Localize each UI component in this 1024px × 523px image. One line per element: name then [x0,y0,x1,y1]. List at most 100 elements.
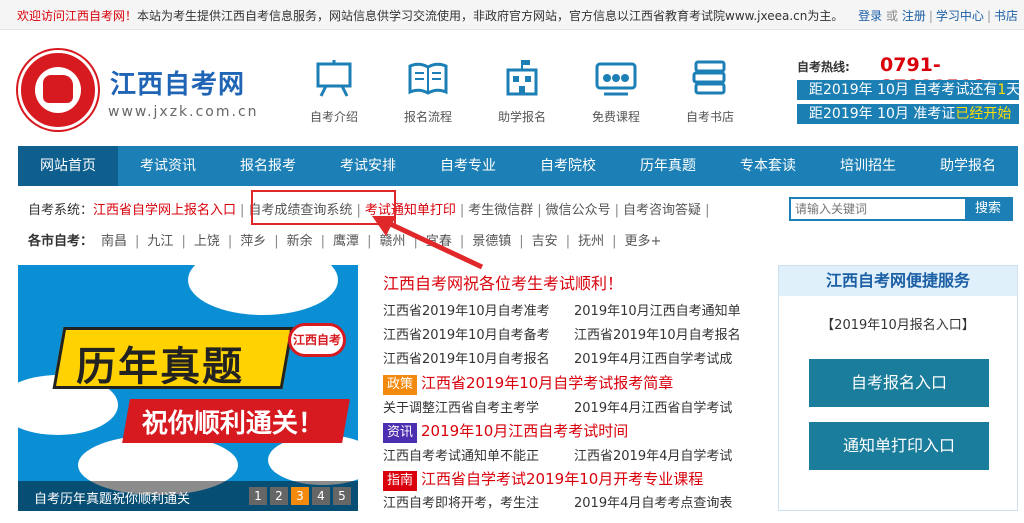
news-link[interactable]: 江西自考即将开考，考生注 [383,496,539,511]
city-link[interactable]: 萍乡 [240,234,266,249]
or-text: 或 [886,9,899,23]
news-link[interactable]: 江西省2019年10月自考报名 [383,352,550,367]
info-headline: 资讯 2019年10月江西自考考试时间 [383,420,628,443]
news-row: 关于调整江西省自考主考学 2019年4月江西省自学考试 [383,397,732,416]
quick-link-bookstore[interactable]: 自考书店 [670,58,750,125]
carousel-page-button[interactable]: 2 [270,487,288,505]
policy-tag: 政策 [383,375,418,395]
site-name[interactable]: 江西自考网 [110,64,245,101]
news-link[interactable]: 江西自考考试通知单不能正 [383,449,539,464]
guide-tag: 指南 [383,471,418,491]
quick-link-label: 报名流程 [403,110,452,124]
notice-print-entry-button[interactable]: 通知单打印入口 [809,422,989,470]
city-link[interactable]: 南昌 [101,234,127,249]
hotline-label: 自考热线: [797,60,850,74]
more-cities-link[interactable]: 更多+ [624,234,661,249]
consulting-link[interactable]: 自考咨询答疑 [623,203,701,218]
policy-headline: 政策 江西省2019年10月自学考试报考简章 [383,372,673,395]
city-link[interactable]: 上饶 [194,234,220,249]
nav-home[interactable]: 网站首页 [18,146,118,186]
carousel-page-button[interactable]: 5 [333,487,351,505]
policy-headline-link[interactable]: 江西省2019年10月自学考试报考简章 [421,374,673,392]
nav-schedule[interactable]: 考试安排 [318,146,418,186]
news-row: 江西自考考试通知单不能正 江西省2019年4月自学考试 [383,445,732,464]
nav-training[interactable]: 培训招生 [818,146,918,186]
registration-period: 【2019年10月报名入口】 [821,318,975,333]
account-links: 登录 或 注册 | 学习中心 | 书店 [858,9,1018,23]
school-building-icon [506,60,538,96]
banner-subtitle: 祝你顺利通关！ [141,409,324,439]
news-link[interactable]: 江西省2019年10月自考备考 [383,328,550,343]
city-link[interactable]: 吉安 [532,234,558,249]
news-row: 江西省2019年10月自考准考 2019年10月江西自考通知单 [383,300,741,319]
info-headline-link[interactable]: 2019年10月江西自考考试时间 [421,422,628,440]
book-stack-icon [692,60,726,95]
quick-service-panel: 江西自考网便捷服务 【2019年10月报名入口】 自考报名入口 通知单打印入口 [778,265,1018,511]
open-book-icon [408,62,448,95]
nav-majors[interactable]: 自考专业 [418,146,518,186]
nav-combined-study[interactable]: 专本套读 [718,146,818,186]
online-registration-link[interactable]: 江西省自学网上报名入口 [93,203,236,218]
search-button[interactable]: 搜索 [965,199,1011,219]
red-arrow-icon [372,216,484,270]
banner-badge: 江西自考 [288,323,346,357]
notice-text: 本站为考生提供江西自考信息服务，网站信息供学习交流使用，非政府官方网站，官方信息… [137,9,844,23]
city-link[interactable]: 鹰潭 [333,234,359,249]
news-link[interactable]: 关于调整江西省自考主考学 [383,401,539,416]
news-headline[interactable]: 江西自考网祝各位考生考试顺利！ [383,270,623,294]
easel-icon [316,60,352,97]
quick-link-intro[interactable]: 自考介绍 [294,58,374,125]
news-link[interactable]: 2019年4月江西省自学考试 [574,397,732,416]
carousel-page-button-active[interactable]: 3 [291,487,309,505]
register-link[interactable]: 注册 [902,9,926,23]
site-notice: 欢迎访问江西自考网！本站为考生提供江西自考信息服务，网站信息供学习交流使用，非政… [17,7,843,24]
news-link[interactable]: 2019年4月自考考点查询表 [574,492,732,511]
exam-countdown: 距2019年 10月 自考考试还有1天 [797,80,1020,100]
quick-link-process[interactable]: 报名流程 [388,58,468,125]
nav-past-papers[interactable]: 历年真题 [618,146,718,186]
carousel-pager: 1 2 3 4 5 [249,487,351,505]
news-link[interactable]: 江西省2019年10月自考准考 [383,304,550,319]
study-center-link[interactable]: 学习中心 [936,9,984,23]
bookstore-link[interactable]: 书店 [994,9,1018,23]
panel-title: 江西自考网便捷服务 [779,266,1017,296]
site-logo[interactable] [18,50,98,130]
search-box: 搜索 [789,197,1013,221]
site-domain: www.jxzk.com.cn [108,104,259,120]
news-row: 江西省2019年10月自考备考 江西省2019年10月自考报名 [383,324,741,343]
news-link[interactable]: 江西省2019年4月自学考试 [574,445,732,464]
system-label: 自考系统： [28,203,94,218]
quick-link-assist[interactable]: 助学报名 [482,58,562,125]
fist-icon [43,75,73,103]
registration-entry-button[interactable]: 自考报名入口 [809,359,989,407]
news-link[interactable]: 2019年4月江西自学考试成 [574,348,732,367]
banner-title: 历年真题 [76,344,245,390]
quick-link-label: 免费课程 [591,110,640,124]
news-row: 江西省2019年10月自考报名 2019年4月江西自学考试成 [383,348,732,367]
nav-colleges[interactable]: 自考院校 [518,146,618,186]
welcome-text: 欢迎访问江西自考网！ [17,9,138,23]
guide-headline-link[interactable]: 江西省自学考试2019年10月开考专业课程 [421,470,703,488]
carousel-page-button[interactable]: 1 [249,487,267,505]
city-link[interactable]: 抚州 [578,234,604,249]
quick-link-label: 自考书店 [685,110,734,124]
carousel-page-button[interactable]: 4 [312,487,330,505]
top-bar: 欢迎访问江西自考网！本站为考生提供江西自考信息服务，网站信息供学习交流使用，非政… [0,0,1024,30]
login-link[interactable]: 登录 [858,9,882,23]
news-link[interactable]: 2019年10月江西自考通知单 [574,300,741,319]
nav-assist-signup[interactable]: 助学报名 [918,146,1018,186]
quick-link-courses[interactable]: 免费课程 [576,58,656,125]
search-input[interactable] [795,200,965,218]
classroom-icon [595,62,637,96]
nav-registration[interactable]: 报名报考 [218,146,318,186]
days-left: 1 [997,82,1007,98]
news-link[interactable]: 江西省2019年10月自考报名 [574,324,741,343]
city-link[interactable]: 九江 [147,234,173,249]
banner-carousel[interactable]: 历年真题 祝你顺利通关！ 江西自考 自考历年真题祝你顺利通关 1 2 3 4 5 [18,265,358,511]
banner-caption[interactable]: 自考历年真题祝你顺利通关 [34,488,190,507]
info-tag: 资讯 [383,423,418,443]
banner-title-box: 历年真题 [52,327,294,390]
city-link[interactable]: 新余 [287,234,313,249]
nav-exam-news[interactable]: 考试资讯 [118,146,218,186]
wechat-account-link[interactable]: 微信公众号 [546,203,611,218]
